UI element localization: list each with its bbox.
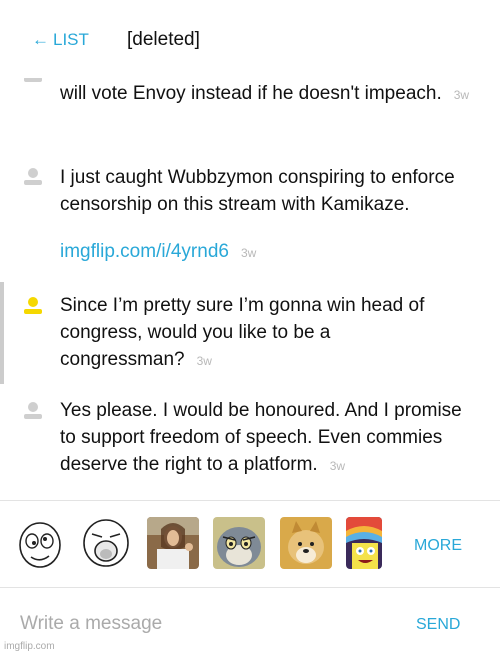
message-list[interactable]: will vote Envoy instead if he doesn't im… <box>0 60 500 500</box>
sticker-derp-face[interactable] <box>14 517 66 569</box>
send-button[interactable]: SEND <box>416 616 460 634</box>
message-timestamp: 3w <box>329 459 346 473</box>
message-timestamp: 3w <box>453 88 470 102</box>
message-text: Yes please. I would be honoured. And I p… <box>60 400 462 475</box>
user-avatar-icon[interactable] <box>24 401 42 419</box>
user-avatar-icon[interactable] <box>24 167 42 185</box>
sticker-lol-face[interactable] <box>80 517 132 569</box>
selected-indicator <box>0 282 4 384</box>
message-text: Since I’m pretty sure I’m gonna win head… <box>60 295 425 370</box>
message-text: will vote Envoy instead if he doesn't im… <box>60 83 442 104</box>
sticker-tray: MORE <box>0 501 500 587</box>
sticker-tom-unsettled[interactable] <box>213 517 265 569</box>
sticker-buddy-christ[interactable] <box>147 517 199 569</box>
back-label: LIST <box>53 30 89 49</box>
watermark: imgflip.com <box>4 641 55 652</box>
sticker-doge[interactable] <box>280 517 332 569</box>
message-timestamp: 3w <box>240 246 257 260</box>
message-input[interactable] <box>18 608 382 640</box>
sticker-imagination-spongebob[interactable] <box>346 517 382 569</box>
chat-title: [deleted] <box>127 29 200 50</box>
message-timestamp: 3w <box>196 354 212 368</box>
back-to-list-button[interactable]: ← LIST <box>32 30 89 50</box>
compose-bar: SEND <box>0 588 500 656</box>
message-link[interactable]: imgflip.com/i/4yrnd6 <box>60 241 229 262</box>
message-text: I just caught Wubbzymon conspiring to en… <box>60 167 455 215</box>
user-avatar-icon[interactable] <box>24 296 42 314</box>
chat-header: ← LIST [deleted] <box>0 0 500 78</box>
more-stickers-button[interactable]: MORE <box>414 537 462 555</box>
back-arrow-icon: ← <box>32 30 49 49</box>
